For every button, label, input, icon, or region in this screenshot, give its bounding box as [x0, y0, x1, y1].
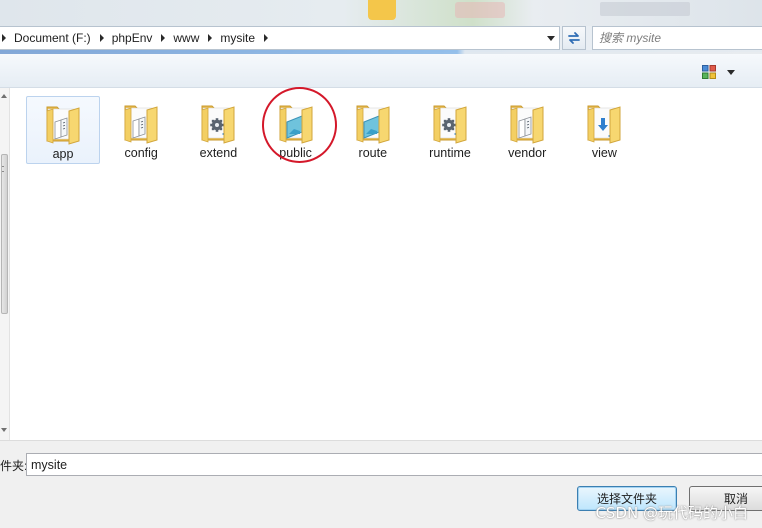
folder-name-label: runtime [429, 146, 471, 160]
vertical-scrollbar[interactable] [0, 88, 10, 440]
background-decoration [600, 2, 690, 16]
scroll-down-arrow-icon[interactable] [1, 428, 7, 432]
folder-name-label: app [52, 147, 74, 161]
scrollbar-grip-icon [2, 166, 4, 172]
background-decoration [455, 2, 505, 18]
folder-name-label: view [591, 146, 617, 160]
folder-item-route[interactable]: route [336, 96, 410, 164]
breadcrumb-separator-icon[interactable] [264, 34, 269, 42]
breadcrumb-separator-icon[interactable] [161, 34, 166, 42]
folder-item-vendor[interactable]: vendor [490, 96, 564, 164]
address-history-dropdown-icon[interactable] [547, 36, 555, 41]
breadcrumb-separator-icon[interactable] [208, 34, 213, 42]
breadcrumb-item-mysite[interactable]: mysite [220, 31, 255, 45]
folder-name-label: extend [199, 146, 238, 160]
refresh-icon [568, 32, 580, 44]
change-view-icon[interactable] [702, 65, 716, 79]
folder-icon [510, 105, 544, 144]
document-overlay-icon [54, 117, 68, 140]
address-bar-row: Document (F:) phpEnv www mysite [0, 26, 762, 52]
folder-icon [433, 105, 467, 144]
folder-item-config[interactable]: config [104, 96, 178, 164]
breadcrumb-item-phpenv[interactable]: phpEnv [112, 31, 153, 45]
breadcrumb-separator-icon[interactable] [99, 34, 104, 42]
dialog-footer: 件夹: 选择文件夹 取消 CSDN @玩代码的小白 [0, 440, 762, 528]
breadcrumb-separator-icon[interactable] [2, 34, 6, 42]
view-options-dropdown-icon[interactable] [727, 70, 735, 75]
folder-icon [356, 105, 390, 144]
folder-item-public[interactable]: public [259, 96, 333, 164]
folder-item-extend[interactable]: extend [181, 96, 255, 164]
folder-name-label: config [124, 146, 158, 160]
breadcrumb-item-www[interactable]: www [173, 31, 199, 45]
search-input[interactable] [599, 31, 749, 45]
folder-icon [46, 106, 80, 145]
document-overlay-icon [132, 116, 146, 139]
folder-name-input[interactable] [26, 453, 762, 476]
folder-icon [587, 105, 621, 144]
folder-icon [201, 105, 235, 144]
document-overlay-icon [518, 116, 532, 139]
refresh-button[interactable] [562, 26, 586, 50]
folder-view-pane[interactable]: app config extend public route runtime vendor v… [10, 88, 762, 440]
toolbar [0, 54, 762, 88]
folder-item-view[interactable]: view [567, 96, 641, 164]
folder-item-runtime[interactable]: runtime [413, 96, 487, 164]
scroll-up-arrow-icon[interactable] [1, 94, 7, 98]
breadcrumb-item-drive[interactable]: Document (F:) [14, 31, 91, 45]
folder-icon [124, 105, 158, 144]
folder-name-label: public [279, 146, 312, 160]
watermark-text: CSDN @玩代码的小白 [595, 504, 748, 522]
background-app-icon [368, 0, 396, 20]
folder-icon [279, 105, 313, 144]
folder-name-label: vendor [508, 146, 547, 160]
folder-name-label: route [358, 146, 388, 160]
scrollbar-thumb[interactable] [1, 154, 8, 314]
address-bar[interactable]: Document (F:) phpEnv www mysite [0, 26, 560, 50]
folder-item-app[interactable]: app [26, 96, 100, 164]
folder-field-label: 件夹: [0, 459, 28, 473]
search-box[interactable] [592, 26, 762, 50]
